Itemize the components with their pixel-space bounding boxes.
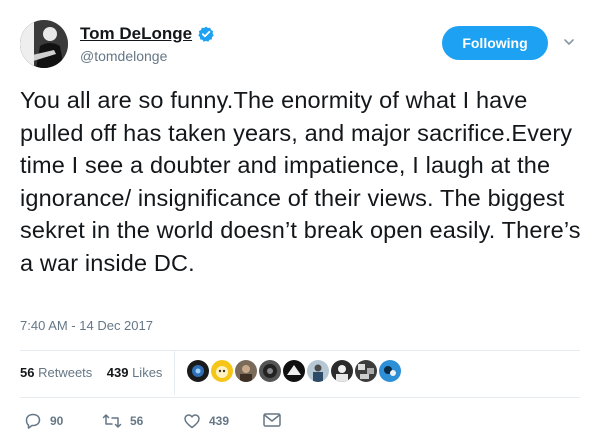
envelope-icon [263,413,281,427]
liker-avatar[interactable] [283,360,305,382]
liker-avatar[interactable] [355,360,377,382]
liker-avatar[interactable] [331,360,353,382]
avatar-photo [20,20,68,68]
like-count: 439 [209,414,230,428]
retweet-count: 56 [130,414,144,428]
likes-label: Likes [132,365,163,380]
liker-avatar[interactable] [187,360,209,382]
retweet-action[interactable]: 56 [102,412,143,430]
divider-top [20,350,580,351]
liker-avatar[interactable] [211,360,233,382]
user-handle[interactable]: @tomdelonge [80,48,167,64]
retweets-count: 56 [20,365,35,380]
retweets-label: Retweets [38,365,93,380]
like-action[interactable]: 439 [183,412,229,430]
display-name[interactable]: Tom DeLonge [80,24,192,44]
verified-badge-icon [198,26,214,42]
tweet-text: You all are so funny.The enormity of wha… [20,87,588,276]
stats-separator [174,351,175,395]
reply-action[interactable]: 90 [24,412,63,430]
direct-message-action[interactable] [262,412,282,428]
divider-bottom [20,397,580,398]
reply-count: 90 [50,414,64,428]
retweets-stat[interactable]: 56 Retweets [20,365,92,380]
chevron-down-icon[interactable] [562,36,576,48]
liker-avatar[interactable] [235,360,257,382]
liker-avatars [187,360,401,382]
liker-avatar[interactable] [307,360,329,382]
following-button[interactable]: Following [442,26,548,60]
likes-stat[interactable]: 439 Likes [107,365,163,380]
likes-count: 439 [106,365,129,380]
liker-avatar[interactable] [379,360,401,382]
heart-icon [184,414,200,429]
retweet-icon [102,414,122,428]
profile-avatar[interactable] [20,20,68,68]
reply-icon [25,413,41,429]
liker-avatar[interactable] [259,360,281,382]
tweet-timestamp[interactable]: 7:40 AM - 14 Dec 2017 [20,318,153,333]
engagement-stats: 56 Retweets 439 Likes [20,365,162,380]
